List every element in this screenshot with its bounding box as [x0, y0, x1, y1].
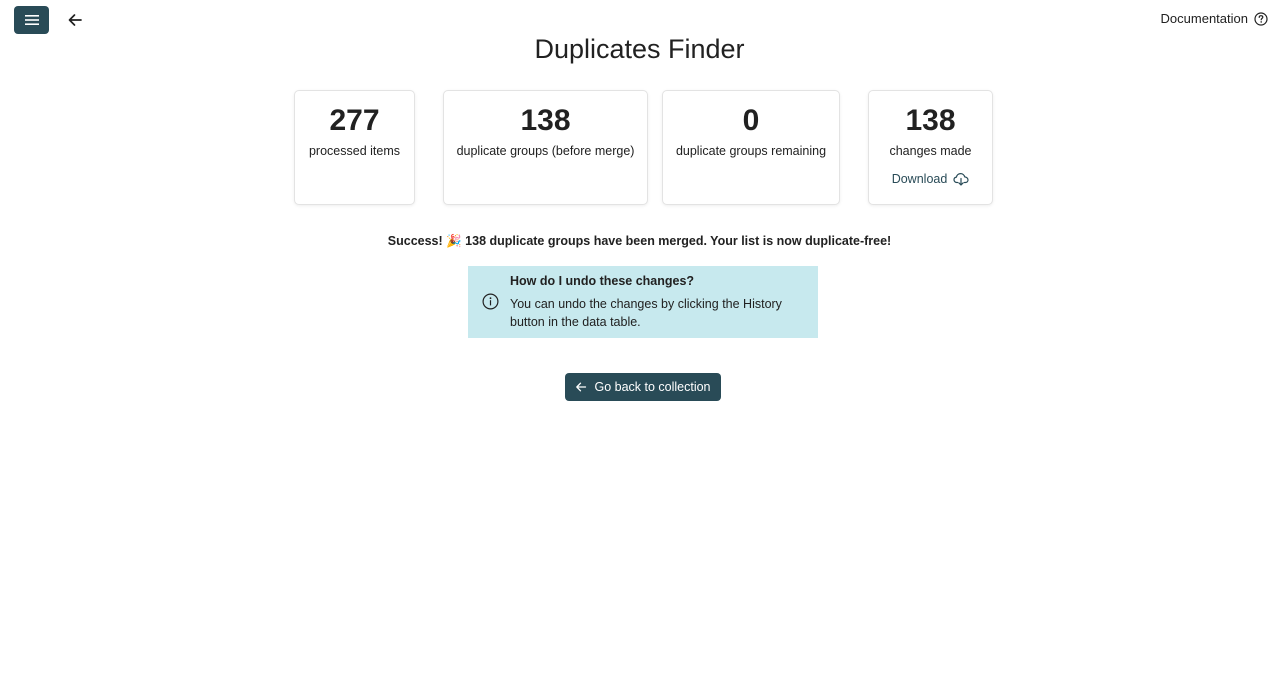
documentation-link[interactable]: Documentation: [1161, 11, 1268, 26]
download-label: Download: [891, 172, 948, 186]
stat-value: 0: [742, 104, 760, 137]
info-title: How do I undo these changes?: [510, 274, 695, 288]
stat-card-changes-made: 138 changes made Download: [868, 90, 993, 205]
hamburger-menu-icon: [24, 15, 39, 25]
undo-info-box: How do I undo these changes? You can und…: [468, 266, 818, 338]
documentation-label: Documentation: [1160, 11, 1248, 26]
cloud-download-icon: [953, 173, 969, 186]
info-body: You can undo the changes by clicking the…: [510, 297, 782, 329]
stat-card-duplicate-groups-before: 138 duplicate groups (before merge): [443, 90, 648, 205]
stat-label: duplicate groups remaining: [675, 144, 827, 158]
menu-button[interactable]: [14, 6, 49, 34]
stat-value: 138: [905, 104, 956, 137]
stat-card-processed-items: 277 processed items: [294, 90, 415, 205]
download-link[interactable]: Download: [892, 172, 970, 186]
info-circle-icon: [482, 293, 499, 310]
go-back-label: Go back to collection: [594, 380, 711, 394]
help-circle-icon: [1254, 11, 1268, 26]
stat-label: processed items: [308, 144, 400, 158]
back-arrow-icon[interactable]: [66, 11, 84, 29]
stats-row: 277 processed items 138 duplicate groups…: [0, 90, 1279, 205]
go-back-to-collection-button[interactable]: Go back to collection: [565, 373, 721, 401]
stat-label: changes made: [889, 144, 972, 158]
arrow-left-icon: [576, 382, 587, 392]
stat-value: 138: [520, 104, 571, 137]
page-title: Duplicates Finder: [534, 34, 745, 64]
success-message: Success! 🎉 138 duplicate groups have bee…: [387, 234, 892, 248]
stat-card-duplicate-groups-remaining: 0 duplicate groups remaining: [662, 90, 840, 205]
stat-value: 277: [329, 104, 380, 137]
stat-label: duplicate groups (before merge): [456, 144, 635, 158]
